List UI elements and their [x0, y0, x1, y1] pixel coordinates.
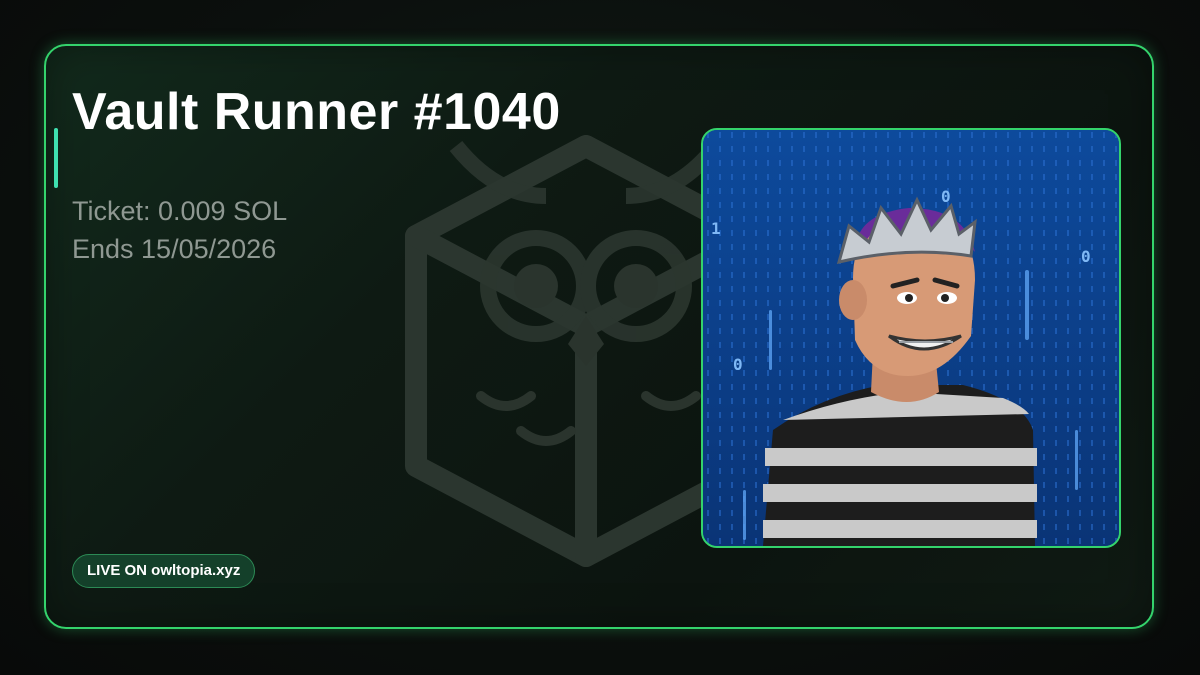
raffle-card: Vault Runner #1040 Ticket: 0.009 SOL End… [44, 44, 1154, 629]
accent-bar [54, 128, 58, 188]
svg-text:0: 0 [733, 355, 743, 374]
nft-artwork: 1 0 0 0 [701, 128, 1121, 548]
svg-text:0: 0 [1081, 247, 1091, 266]
ticket-price: Ticket: 0.009 SOL [72, 196, 288, 226]
raffle-info: Ticket: 0.009 SOL Ends 15/05/2026 [72, 192, 287, 268]
page-title: Vault Runner #1040 [72, 83, 561, 141]
artwork-image: 1 0 0 0 [703, 130, 1119, 546]
live-badge[interactable]: LIVE ON owltopia.xyz [72, 554, 256, 588]
svg-text:1: 1 [711, 219, 721, 238]
end-date: Ends 15/05/2026 [72, 234, 277, 264]
svg-text:0: 0 [941, 187, 951, 206]
